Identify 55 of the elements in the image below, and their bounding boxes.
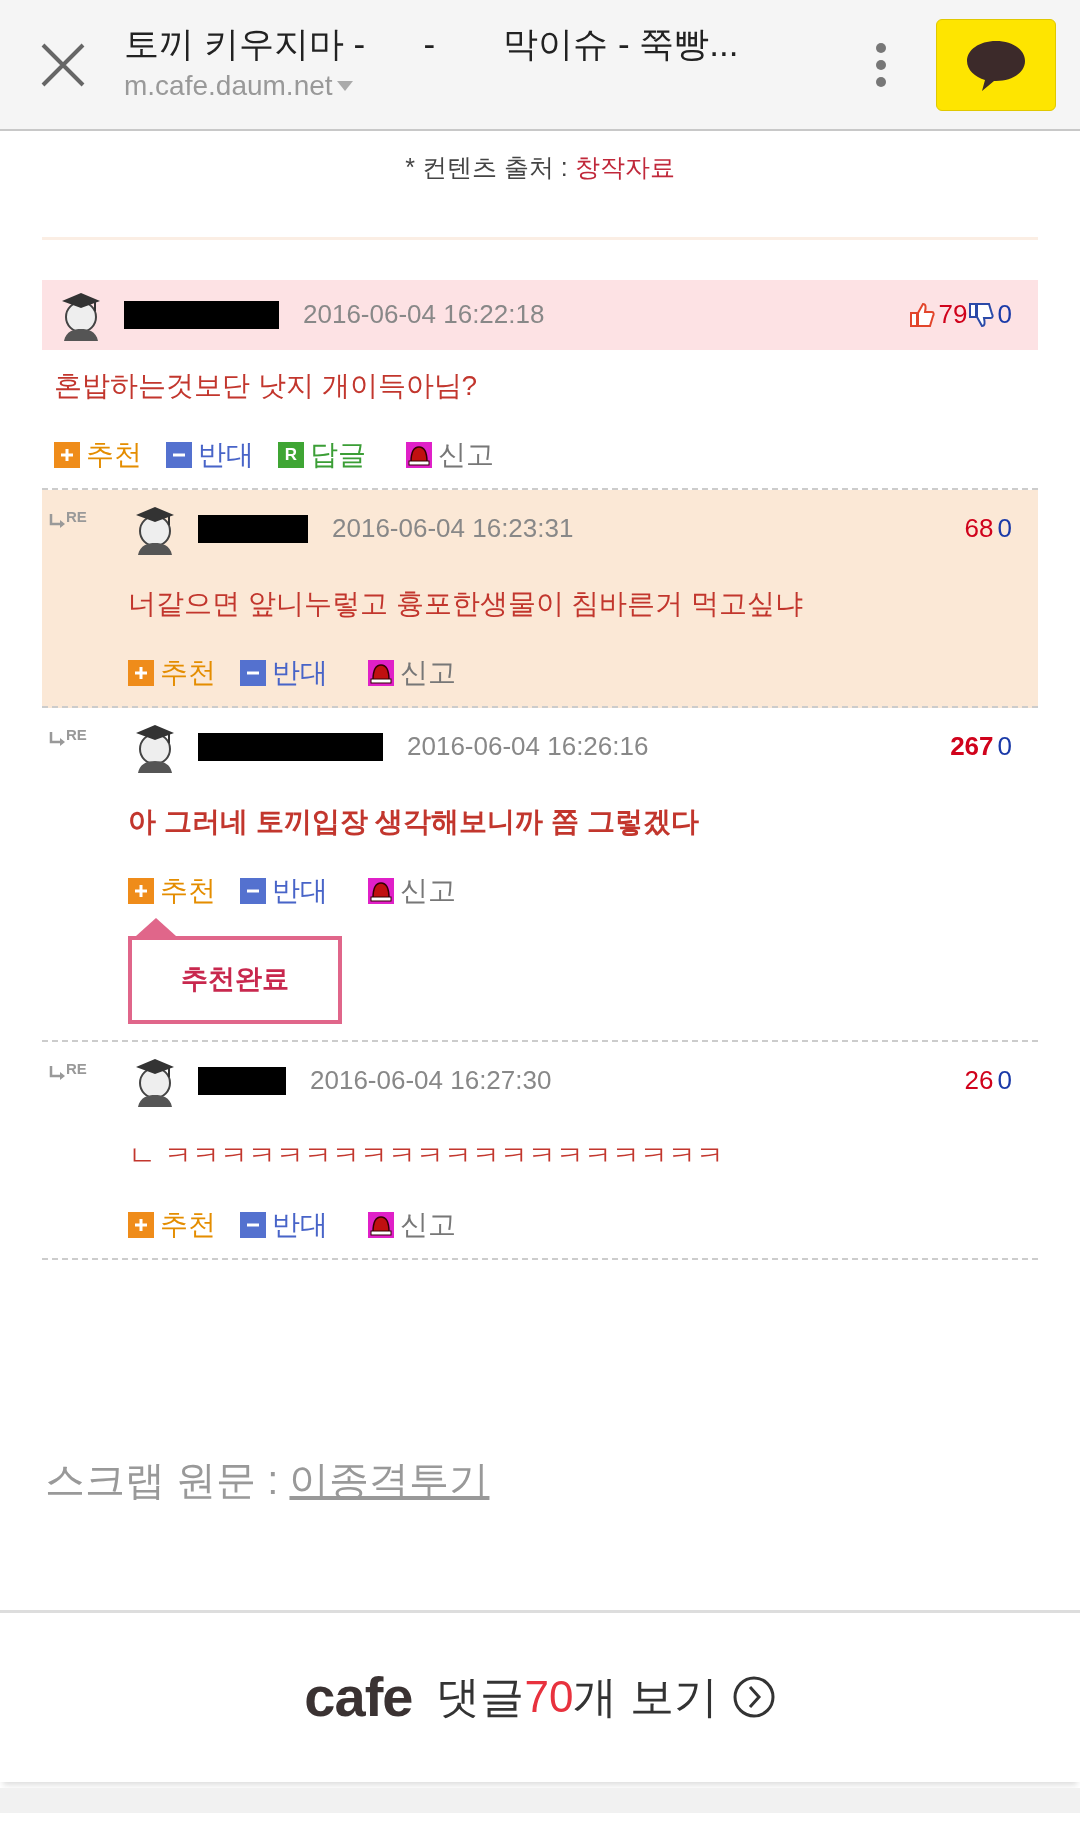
comment-date: 2016-06-04 16:26:16 [407, 730, 649, 763]
oppose-button[interactable]: 반대 [240, 651, 328, 694]
dislike-count: 0 [997, 512, 1012, 545]
reply-mark: RE [66, 506, 87, 527]
report-button[interactable]: 신고 [368, 651, 456, 694]
plus-icon [134, 665, 148, 680]
like-count: 68 [964, 512, 994, 545]
thumbs-down-icon[interactable] [967, 301, 994, 328]
dislike-count: 0 [997, 730, 1012, 763]
more-menu-button[interactable] [874, 41, 888, 88]
like-count: 26 [964, 1064, 994, 1097]
comment-text: 혼밥하는것보단 낫지 개이득아님? [53, 368, 479, 403]
like-count: 79 [938, 298, 968, 331]
reply-mark: RE [66, 1058, 87, 1079]
siren-icon [368, 877, 394, 904]
dislike-count: 0 [997, 298, 1012, 331]
comment-text: 아 그러네 토끼입장 생각해보니까 쫌 그렇겠다 [127, 804, 700, 839]
view-comments-button[interactable]: cafe 댓글70개 보기 [0, 1609, 1080, 1782]
plus-icon [134, 883, 148, 898]
oppose-button[interactable]: 반대 [166, 433, 254, 476]
siren-icon [368, 1211, 394, 1238]
recommend-button[interactable]: 추천 [128, 869, 216, 912]
comment-text: ㄴ ㅋㅋㅋㅋㅋㅋㅋㅋㅋㅋㅋㅋㅋㅋㅋㅋㅋㅋㅋㅋ [127, 1138, 725, 1173]
like-count: 267 [950, 730, 994, 763]
source-note: * 컨텐츠 출처 : 창작자료 [404, 152, 676, 183]
scrap-source: 스크랩 원문 : 이종격투기 [45, 1456, 491, 1504]
plus-icon [134, 1217, 148, 1232]
thumbs-up-icon[interactable] [908, 301, 935, 328]
report-button[interactable]: 신고 [368, 869, 456, 912]
siren-icon [368, 659, 394, 686]
recommend-button[interactable]: 추천 [128, 1203, 216, 1246]
report-button[interactable]: 신고 [368, 1203, 456, 1246]
oppose-button[interactable]: 반대 [240, 869, 328, 912]
comment-date: 2016-06-04 16:22:18 [303, 298, 545, 331]
comment-date: 2016-06-04 16:23:31 [332, 512, 574, 545]
share-button[interactable] [936, 18, 1056, 111]
reply-arrow-icon [48, 1066, 66, 1080]
oppose-button[interactable]: 반대 [240, 1203, 328, 1246]
comment-text: 너같으면 앞니누렇고 흉포한생물이 침바른거 먹고싶냐 [127, 586, 805, 621]
chevron-circle-icon [731, 1675, 776, 1719]
reply-arrow-icon [48, 514, 66, 528]
report-button[interactable]: 신고 [406, 433, 494, 476]
siren-icon [406, 441, 432, 468]
recommend-button[interactable]: 추천 [54, 433, 142, 476]
dislike-count: 0 [997, 1064, 1012, 1097]
reply-button[interactable]: R 답글 [278, 433, 366, 476]
reply-arrow-icon [48, 732, 66, 746]
more-icon [874, 41, 888, 88]
reply-mark: RE [66, 724, 87, 745]
comment-date: 2016-06-04 16:27:30 [310, 1064, 552, 1097]
source-link[interactable]: 이종격투기 [289, 1457, 490, 1502]
plus-icon [60, 447, 74, 462]
recommend-done-tooltip: 추천완료 [128, 917, 342, 1024]
page-title: 토끼 키우지마 - - 막이슈 - 쭉빵... [124, 22, 740, 65]
page-url[interactable]: m.cafe.daum.net [124, 64, 333, 107]
